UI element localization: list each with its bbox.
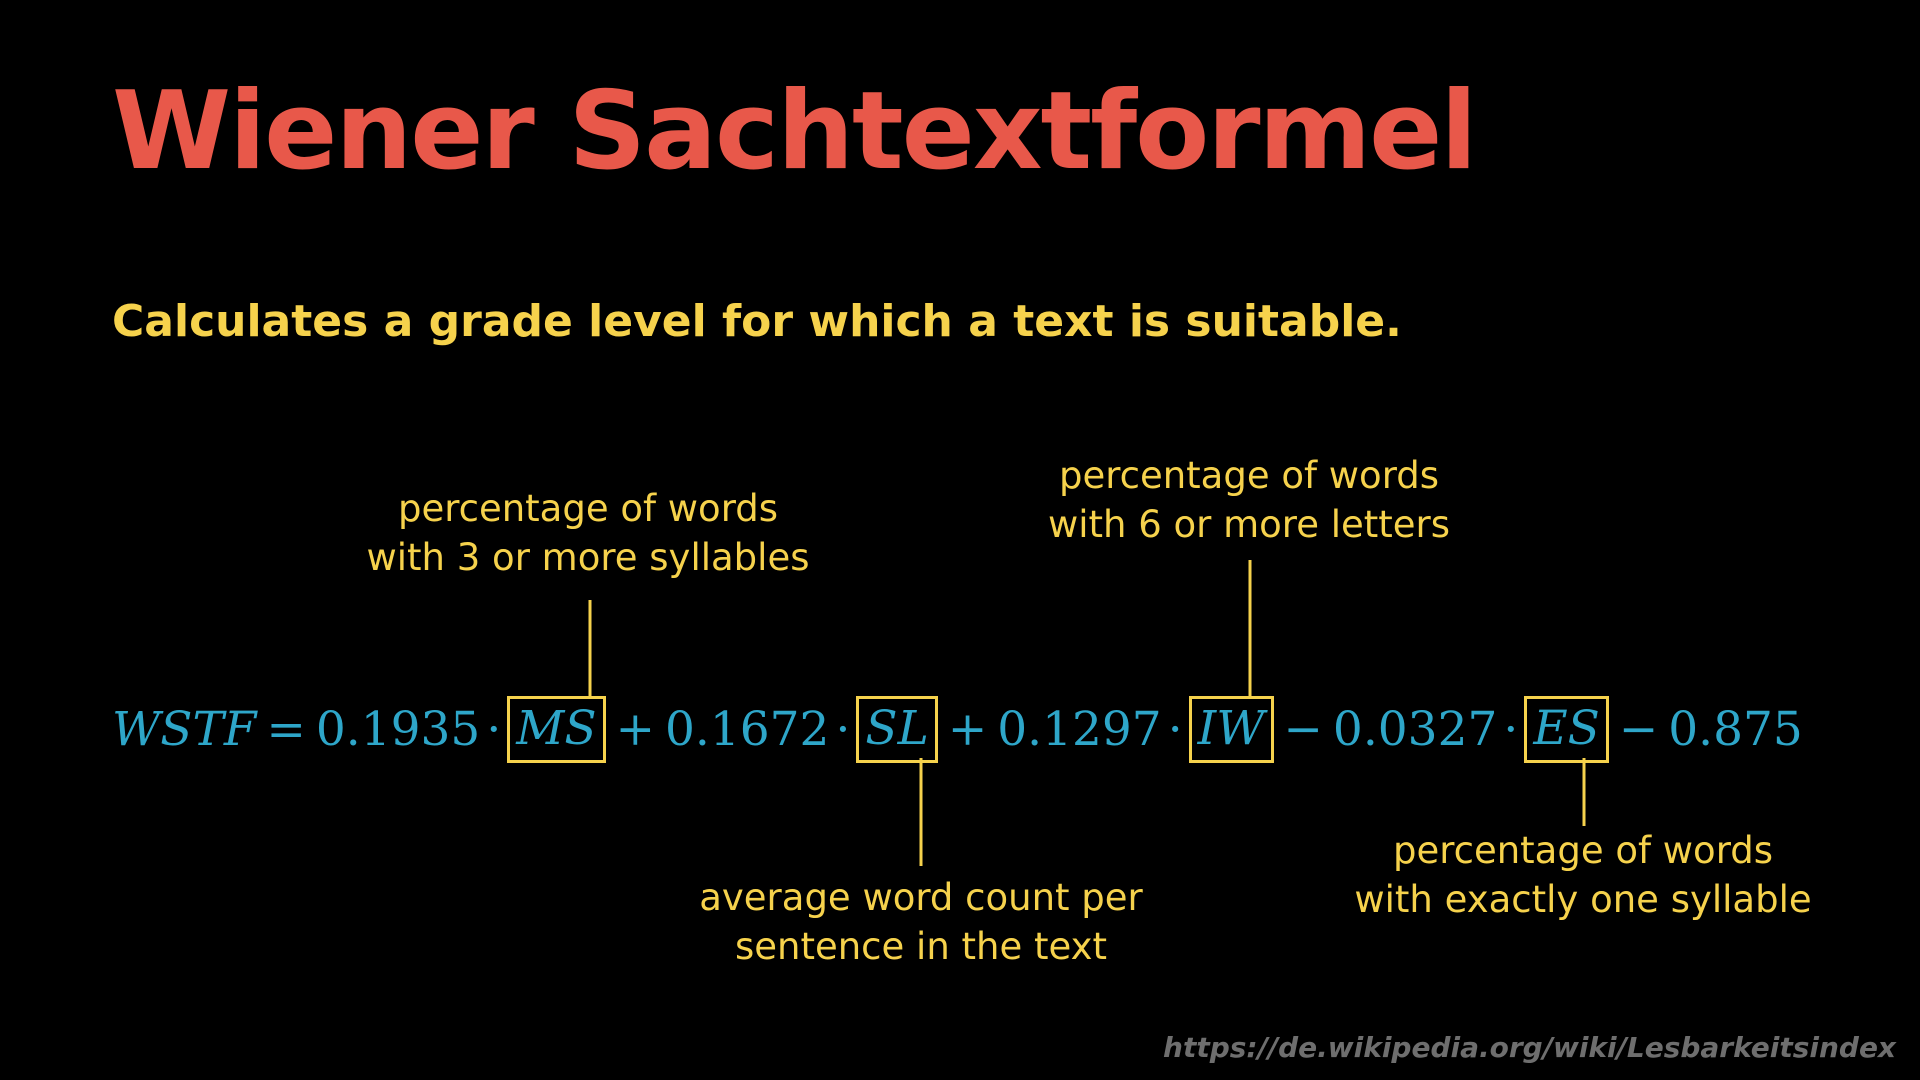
formula-box-ms: MS xyxy=(507,695,606,763)
annotation-sl-line-2: sentence in the text xyxy=(734,925,1108,968)
formula-op-3: + xyxy=(947,701,988,757)
annotation-iw-line-1: percentage of words xyxy=(1058,454,1440,497)
formula-coef-sl: 0.1672 xyxy=(665,701,830,757)
formula-box-sl: SL xyxy=(856,695,938,763)
formula-op-5: − xyxy=(1618,701,1659,757)
source-link[interactable]: https://de.wikipedia.org/wiki/Lesbarkeit… xyxy=(1163,1031,1896,1064)
slide-title: Wiener Sachtextformel xyxy=(112,69,1477,194)
annotation-ms-line-2: with 3 or more syllables xyxy=(366,536,810,579)
formula-dot-2: · xyxy=(835,701,851,757)
formula-coef-es: 0.0327 xyxy=(1332,701,1498,757)
annotation-es-line-1: percentage of words xyxy=(1392,829,1774,872)
formula-box-es: ES xyxy=(1524,695,1609,763)
formula-constant: 0.875 xyxy=(1668,701,1803,757)
formula-lhs: WSTF xyxy=(112,701,257,757)
formula-op-2: + xyxy=(615,701,655,757)
formula-coef-iw: 0.1297 xyxy=(997,701,1162,757)
annotation-iw-line-2: with 6 or more letters xyxy=(1047,503,1451,546)
annotation-sl-line-1: average word count per xyxy=(699,876,1143,919)
annotation-es: percentage of words with exactly one syl… xyxy=(1354,826,1811,924)
formula-dot-3: · xyxy=(1167,701,1183,757)
formula-dot-4: · xyxy=(1503,701,1519,757)
formula-op-4: − xyxy=(1283,701,1323,757)
annotation-es-line-2: with exactly one syllable xyxy=(1354,878,1812,921)
formula: WSTF = 0.1935 · MS + 0.1672 · SL + 0.129… xyxy=(112,695,1803,763)
annotation-iw: percentage of words with 6 or more lette… xyxy=(1048,451,1450,549)
annotation-ms: percentage of words with 3 or more sylla… xyxy=(367,484,810,582)
slide-subtitle: Calculates a grade level for which a tex… xyxy=(112,296,1402,347)
annotation-sl: average word count per sentence in the t… xyxy=(699,873,1143,971)
annotation-ms-line-1: percentage of words xyxy=(397,487,779,530)
formula-box-iw: IW xyxy=(1188,695,1274,763)
formula-dot-1: · xyxy=(486,701,502,757)
formula-coef-ms: 0.1935 xyxy=(315,701,481,757)
formula-equals: = xyxy=(266,701,306,757)
